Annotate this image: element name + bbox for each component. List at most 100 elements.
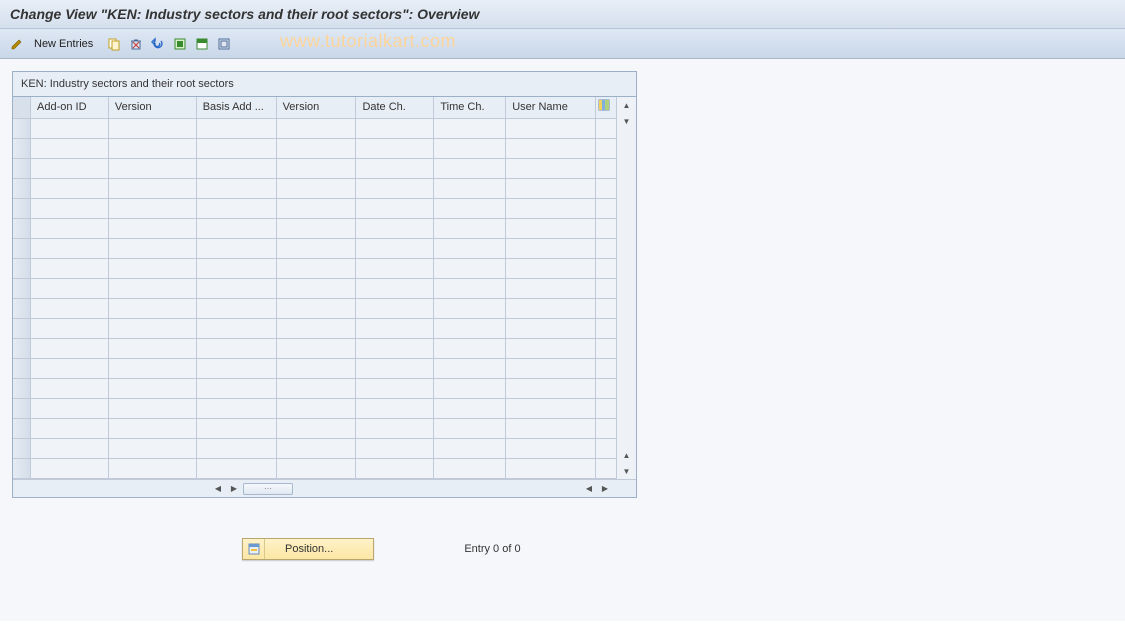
table-cell[interactable] [356,459,434,479]
table-cell[interactable] [109,219,197,239]
table-cell[interactable] [31,279,109,299]
table-cell[interactable] [356,119,434,139]
table-cell[interactable] [109,299,197,319]
row-selector[interactable] [13,259,31,279]
row-selector[interactable] [13,399,31,419]
table-cell[interactable] [31,459,109,479]
undo-icon[interactable] [149,35,167,53]
table-cell[interactable] [506,319,596,339]
row-selector[interactable] [13,419,31,439]
table-cell[interactable] [434,359,506,379]
table-cell[interactable] [506,159,596,179]
table-cell[interactable] [506,219,596,239]
table-cell[interactable] [197,319,277,339]
table-cell[interactable] [197,159,277,179]
row-selector-header[interactable] [13,97,31,119]
row-selector[interactable] [13,179,31,199]
table-cell[interactable] [356,319,434,339]
table-cell[interactable] [277,239,357,259]
deselect-all-icon[interactable] [215,35,233,53]
table-cell[interactable] [277,179,357,199]
table-cell[interactable] [277,459,357,479]
table-row[interactable] [31,379,616,399]
hscroll-thumb[interactable]: ⋯ [243,483,293,495]
table-row[interactable] [31,239,616,259]
table-cell[interactable] [356,219,434,239]
new-entries-button[interactable]: New Entries [30,38,101,50]
table-cell[interactable] [356,359,434,379]
table-cell[interactable] [277,119,357,139]
table-row[interactable] [31,359,616,379]
table-row[interactable] [31,419,616,439]
table-cell[interactable] [434,279,506,299]
table-cell[interactable] [197,139,277,159]
table-cell[interactable] [31,179,109,199]
table-cell[interactable] [197,419,277,439]
toggle-edit-icon[interactable] [8,35,26,53]
table-cell[interactable] [197,459,277,479]
table-cell[interactable] [277,139,357,159]
table-cell[interactable] [277,219,357,239]
table-cell[interactable] [506,119,596,139]
row-selector[interactable] [13,439,31,459]
table-cell[interactable] [506,359,596,379]
scroll-up-arrow-2[interactable]: ▲ [617,447,636,463]
table-row[interactable] [31,319,616,339]
table-cell[interactable] [197,399,277,419]
table-cell[interactable] [356,339,434,359]
row-selector[interactable] [13,299,31,319]
table-cell[interactable] [434,379,506,399]
table-cell[interactable] [197,179,277,199]
position-button[interactable]: Position... [242,538,374,560]
table-cell[interactable] [434,179,506,199]
table-cell[interactable] [506,199,596,219]
table-cell[interactable] [506,419,596,439]
table-cell[interactable] [197,219,277,239]
table-cell[interactable] [506,459,596,479]
table-row[interactable] [31,219,616,239]
table-cell[interactable] [277,319,357,339]
col-header-user-name[interactable]: User Name [506,97,596,119]
table-cell[interactable] [356,199,434,219]
table-row[interactable] [31,459,616,479]
table-row[interactable] [31,399,616,419]
table-cell[interactable] [434,419,506,439]
table-cell[interactable] [31,219,109,239]
table-cell[interactable] [434,219,506,239]
table-cell[interactable] [31,119,109,139]
table-cell[interactable] [506,279,596,299]
table-cell[interactable] [109,419,197,439]
table-cell[interactable] [197,359,277,379]
table-cell[interactable] [277,259,357,279]
table-cell[interactable] [197,259,277,279]
table-cell[interactable] [31,419,109,439]
table-cell[interactable] [31,339,109,359]
table-cell[interactable] [31,159,109,179]
row-selector[interactable] [13,219,31,239]
vertical-scrollbar[interactable]: ▲ ▼ ▲ ▼ [616,97,636,479]
table-cell[interactable] [277,299,357,319]
table-cell[interactable] [31,139,109,159]
row-selector[interactable] [13,319,31,339]
row-selector[interactable] [13,339,31,359]
table-cell[interactable] [109,139,197,159]
table-cell[interactable] [434,459,506,479]
table-cell[interactable] [506,139,596,159]
table-cell[interactable] [109,199,197,219]
hscroll-left-icon[interactable]: ◀ [211,482,225,496]
table-cell[interactable] [277,439,357,459]
table-cell[interactable] [356,399,434,419]
table-row[interactable] [31,339,616,359]
table-cell[interactable] [506,239,596,259]
row-selector[interactable] [13,459,31,479]
table-cell[interactable] [434,239,506,259]
table-cell[interactable] [31,399,109,419]
table-cell[interactable] [434,119,506,139]
col-header-date-ch[interactable]: Date Ch. [356,97,434,119]
scroll-down-arrow[interactable]: ▼ [617,113,636,129]
table-row[interactable] [31,179,616,199]
table-cell[interactable] [434,299,506,319]
table-cell[interactable] [31,199,109,219]
table-cell[interactable] [31,379,109,399]
table-cell[interactable] [109,359,197,379]
